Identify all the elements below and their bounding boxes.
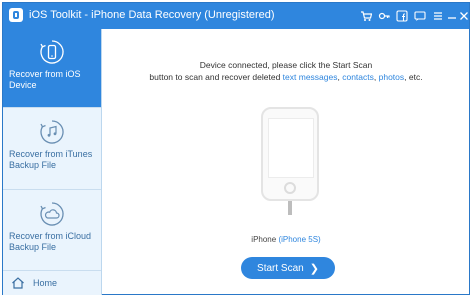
instruction-line-1: Device connected, please click the Start… bbox=[199, 60, 373, 70]
iphone-illustration bbox=[261, 107, 319, 201]
title-bar: iOS Toolkit - iPhone Data Recovery (Unre… bbox=[3, 3, 469, 29]
sidebar-item-icloud-backup[interactable]: Recover from iCloud Backup File bbox=[3, 195, 101, 271]
main-panel: Device connected, please click the Start… bbox=[102, 29, 470, 295]
sidebar-item-label: Recover from iOS Device bbox=[9, 69, 81, 90]
sidebar-divider bbox=[3, 189, 101, 190]
phone-home-button bbox=[284, 182, 296, 194]
home-label: Home bbox=[33, 278, 58, 288]
sidebar: Recover from iOS Device Recover from iTu… bbox=[3, 29, 102, 295]
app-window: iOS Toolkit - iPhone Data Recovery (Unre… bbox=[2, 2, 470, 295]
app-logo-icon bbox=[9, 8, 23, 22]
phone-screen bbox=[268, 118, 314, 178]
instruction-line-2: button to scan and recover deleted text … bbox=[102, 71, 470, 83]
feedback-icon[interactable] bbox=[411, 3, 429, 29]
start-scan-label: Start Scan bbox=[257, 262, 304, 274]
text-messages-link[interactable]: text messages bbox=[283, 72, 338, 82]
sidebar-item-label: Recover from iTunes Backup File bbox=[9, 149, 93, 170]
cart-icon[interactable] bbox=[357, 3, 375, 29]
device-name: iPhone bbox=[251, 235, 277, 244]
start-scan-button[interactable]: Start Scan ❯ bbox=[241, 257, 335, 279]
phone-refresh-icon bbox=[39, 39, 65, 65]
sidebar-item-ios-device[interactable]: Recover from iOS Device bbox=[3, 29, 101, 107]
device-model: (iPhone 5S) bbox=[278, 235, 321, 244]
instruction-message: Device connected, please click the Start… bbox=[102, 59, 470, 83]
cloud-refresh-icon bbox=[39, 201, 65, 227]
chevron-right-icon: ❯ bbox=[309, 262, 319, 275]
sidebar-divider bbox=[3, 107, 101, 108]
sidebar-item-label: Recover from iCloud Backup File bbox=[9, 231, 92, 252]
photos-link[interactable]: photos bbox=[379, 72, 405, 82]
close-icon[interactable] bbox=[455, 3, 473, 29]
instruction-text: button to scan and recover deleted bbox=[149, 72, 283, 82]
contacts-link[interactable]: contacts bbox=[342, 72, 374, 82]
music-refresh-icon bbox=[39, 119, 65, 145]
window-title: iOS Toolkit - iPhone Data Recovery (Unre… bbox=[29, 9, 275, 21]
facebook-icon[interactable] bbox=[393, 3, 411, 29]
usb-cable bbox=[288, 201, 292, 215]
device-info: iPhone (iPhone 5S) bbox=[102, 235, 470, 244]
key-icon[interactable] bbox=[375, 3, 393, 29]
etc-text: , etc. bbox=[404, 72, 423, 82]
home-icon bbox=[11, 276, 25, 290]
home-button[interactable]: Home bbox=[3, 270, 101, 295]
sidebar-item-itunes-backup[interactable]: Recover from iTunes Backup File bbox=[3, 113, 101, 189]
